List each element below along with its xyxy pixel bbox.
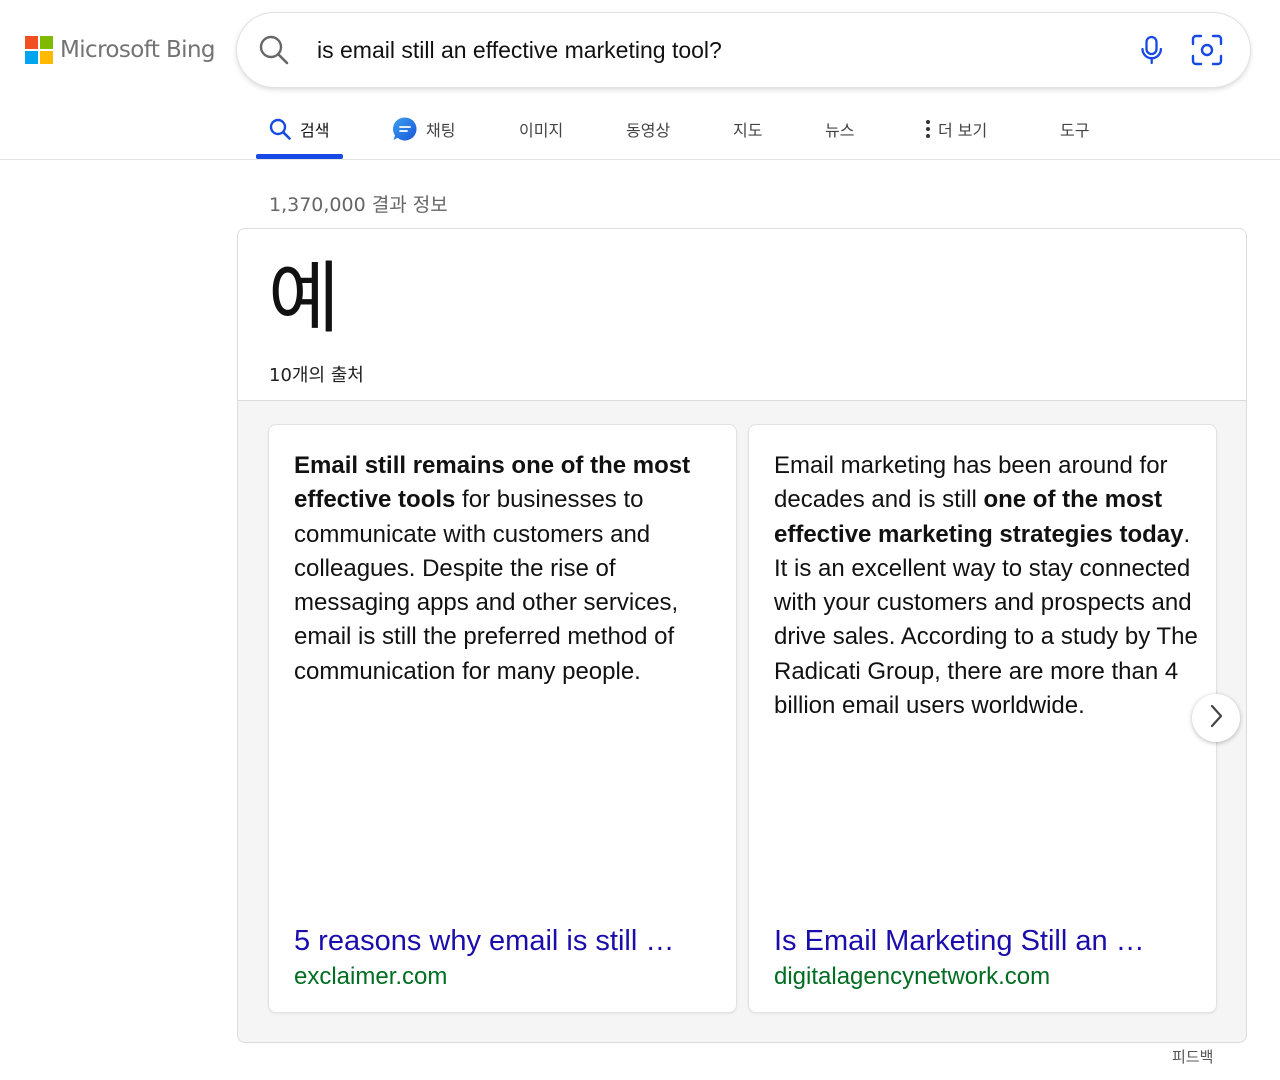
source-domain: digitalagencynetwork.com [774,963,1051,990]
tab-label: 채팅 [426,121,456,140]
tab-label: 동영상 [626,121,671,140]
tab-label: 이미지 [519,121,564,140]
source-domain: exclaimer.com [294,963,448,990]
feedback-link[interactable]: 피드백 [1172,1046,1213,1067]
source-link[interactable]: Is Email Marketing Still an … [774,925,1199,958]
microsoft-logo-icon [25,36,53,64]
search-box[interactable] [237,13,1250,87]
answer-card: 예 10개의 출처 Email still remains one of the… [237,228,1247,1043]
source-card[interactable]: Email marketing has been around for deca… [748,424,1217,1013]
result-count: 1,370,000 결과 정보 [269,194,448,216]
search-input[interactable] [317,31,1117,69]
logo-text: Microsoft Bing [60,37,216,63]
tab-label: 뉴스 [825,121,855,140]
tab-videos[interactable]: 동영상 [626,114,670,144]
tab-tools[interactable]: 도구 [1060,114,1089,144]
chevron-right-icon [1206,703,1226,734]
more-vertical-icon [924,119,932,139]
visual-search-icon[interactable] [1189,32,1225,68]
search-nav: 검색 채팅 이미지 동영상 지도 뉴스 더 보기 도구 [0,100,1280,160]
microphone-icon[interactable] [1135,33,1169,67]
source-card[interactable]: Email still remains one of the most effe… [268,424,737,1013]
chat-bubble-icon [392,116,418,142]
tab-label: 검색 [300,121,330,140]
active-tab-indicator [256,154,343,159]
tab-news[interactable]: 뉴스 [825,114,854,144]
snippet-text: for businesses to communicate with custo… [294,486,679,685]
carousel-next-button[interactable] [1192,694,1240,742]
tab-chat[interactable]: 채팅 [392,114,455,144]
tab-label: 더 보기 [938,121,988,140]
search-icon[interactable] [257,33,291,67]
tab-maps[interactable]: 지도 [733,114,762,144]
source-link[interactable]: 5 reasons why email is still … [294,925,719,958]
bing-logo[interactable]: Microsoft Bing [25,36,216,64]
snippet-text: . It is an excellent way to stay connect… [774,520,1198,720]
tab-images[interactable]: 이미지 [519,114,563,144]
answer-headline: 예 [268,254,340,344]
tab-label: 지도 [733,121,763,140]
search-icon [268,117,292,141]
tab-more[interactable]: 더 보기 [924,114,987,144]
source-snippet: Email marketing has been around for deca… [774,449,1199,723]
answer-sources-count[interactable]: 10개의 출처 [269,361,364,387]
tab-label: 도구 [1060,121,1090,140]
tab-search[interactable]: 검색 [268,114,329,144]
source-snippet: Email still remains one of the most effe… [294,449,719,689]
answer-header: 예 10개의 출처 [238,229,1246,401]
